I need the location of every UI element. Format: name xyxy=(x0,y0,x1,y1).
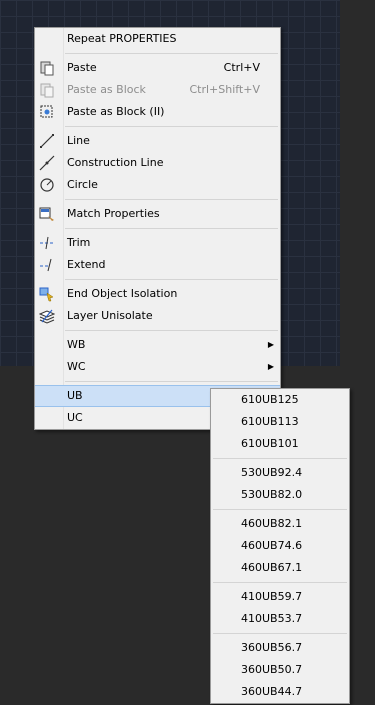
submenu-item[interactable]: 610UB101 xyxy=(211,433,349,455)
menu-item-label: Layer Unisolate xyxy=(67,309,153,322)
menu-item-layer-unisolate[interactable]: Layer Unisolate xyxy=(35,305,280,327)
submenu-item-label: 460UB74.6 xyxy=(241,539,303,552)
menu-item-label: WC xyxy=(67,360,86,373)
submenu-item-label: 360UB56.7 xyxy=(241,641,303,654)
paste-icon xyxy=(40,61,54,76)
menu-item-label: Line xyxy=(67,134,90,147)
menu-item-label: Circle xyxy=(67,178,98,191)
menu-item-line[interactable]: Line xyxy=(35,130,280,152)
submenu-item-label: 360UB50.7 xyxy=(241,663,303,676)
menu-separator xyxy=(65,199,278,200)
menu-item-label: Trim xyxy=(67,236,91,249)
menu-item-trim[interactable]: Trim xyxy=(35,232,280,254)
submenu-item[interactable]: 410UB53.7 xyxy=(211,608,349,630)
menu-item-label: UC xyxy=(67,411,83,424)
extend-icon xyxy=(40,258,52,272)
menu-separator xyxy=(65,279,278,280)
paste-block-icon xyxy=(40,83,54,98)
submenu-item[interactable]: 460UB82.1 xyxy=(211,513,349,535)
submenu-arrow-icon: ▶ xyxy=(267,362,274,371)
ub-submenu: 610UB125 610UB113 610UB101 530UB92.4 530UB82… xyxy=(210,388,350,704)
menu-item-label: End Object Isolation xyxy=(67,287,178,300)
submenu-item-label: 460UB82.1 xyxy=(241,517,303,530)
menu-separator xyxy=(65,126,278,127)
menu-item-end-object-isolation[interactable]: End Object Isolation xyxy=(35,283,280,305)
trim-icon xyxy=(40,236,54,250)
construction-line-icon xyxy=(39,155,55,171)
menu-item-wb[interactable]: WB ▶ xyxy=(35,334,280,356)
circle-icon xyxy=(40,178,54,192)
menu-separator xyxy=(65,381,278,382)
submenu-item-label: 530UB82.0 xyxy=(241,488,303,501)
menu-item-paste-as-block[interactable]: Paste as Block Ctrl+Shift+V xyxy=(35,79,280,101)
menu-item-label: Match Properties xyxy=(67,207,160,220)
submenu-item[interactable]: 460UB67.1 xyxy=(211,557,349,579)
match-properties-icon xyxy=(39,207,54,221)
end-isolation-icon xyxy=(39,287,54,302)
menu-separator xyxy=(213,633,347,634)
menu-item-paste[interactable]: Paste Ctrl+V xyxy=(35,57,280,79)
submenu-item[interactable]: 530UB92.4 xyxy=(211,462,349,484)
menu-item-label: Paste as Block xyxy=(67,83,146,96)
line-icon xyxy=(40,134,54,148)
menu-item-label: Construction Line xyxy=(67,156,164,169)
submenu-item-label: 610UB101 xyxy=(241,437,299,450)
menu-item-label: Paste as Block (II) xyxy=(67,105,165,118)
submenu-item-label: 410UB59.7 xyxy=(241,590,303,603)
menu-item-construction-line[interactable]: Construction Line xyxy=(35,152,280,174)
submenu-item[interactable]: 410UB59.7 xyxy=(211,586,349,608)
submenu-item[interactable]: 360UB56.7 xyxy=(211,637,349,659)
submenu-item-label: 460UB67.1 xyxy=(241,561,303,574)
menu-item-wc[interactable]: WC ▶ xyxy=(35,356,280,378)
paste-block-ii-icon xyxy=(40,105,53,118)
submenu-item[interactable]: 530UB82.0 xyxy=(211,484,349,506)
shortcut-label: Ctrl+Shift+V xyxy=(189,83,260,96)
submenu-item[interactable]: 460UB74.6 xyxy=(211,535,349,557)
menu-item-label: Extend xyxy=(67,258,106,271)
menu-separator xyxy=(213,458,347,459)
menu-item-circle[interactable]: Circle xyxy=(35,174,280,196)
context-menu: Repeat PROPERTIES Paste Ctrl+V Paste as … xyxy=(34,27,281,430)
menu-separator xyxy=(213,509,347,510)
submenu-item-label: 610UB125 xyxy=(241,393,299,406)
menu-item-repeat-properties[interactable]: Repeat PROPERTIES xyxy=(35,28,280,50)
menu-separator xyxy=(65,53,278,54)
menu-item-label: WB xyxy=(67,338,86,351)
submenu-item[interactable]: 360UB44.7 xyxy=(211,681,349,703)
menu-item-label: Paste xyxy=(67,61,97,74)
submenu-item[interactable]: 610UB113 xyxy=(211,411,349,433)
submenu-item-label: 610UB113 xyxy=(241,415,299,428)
submenu-arrow-icon: ▶ xyxy=(267,340,274,349)
submenu-item[interactable]: 360UB50.7 xyxy=(211,659,349,681)
submenu-item[interactable]: 610UB125 xyxy=(211,389,349,411)
menu-item-match-properties[interactable]: Match Properties xyxy=(35,203,280,225)
menu-item-label: Repeat PROPERTIES xyxy=(67,32,177,45)
menu-item-paste-as-block-ii[interactable]: Paste as Block (II) xyxy=(35,101,280,123)
menu-separator xyxy=(65,228,278,229)
shortcut-label: Ctrl+V xyxy=(223,61,260,74)
submenu-item-label: 360UB44.7 xyxy=(241,685,303,698)
submenu-item-label: 530UB92.4 xyxy=(241,466,303,479)
menu-item-label: UB xyxy=(67,389,83,402)
menu-separator xyxy=(65,330,278,331)
submenu-item-label: 410UB53.7 xyxy=(241,612,303,625)
menu-item-extend[interactable]: Extend xyxy=(35,254,280,276)
layer-unisolate-icon xyxy=(39,309,55,324)
menu-separator xyxy=(213,582,347,583)
